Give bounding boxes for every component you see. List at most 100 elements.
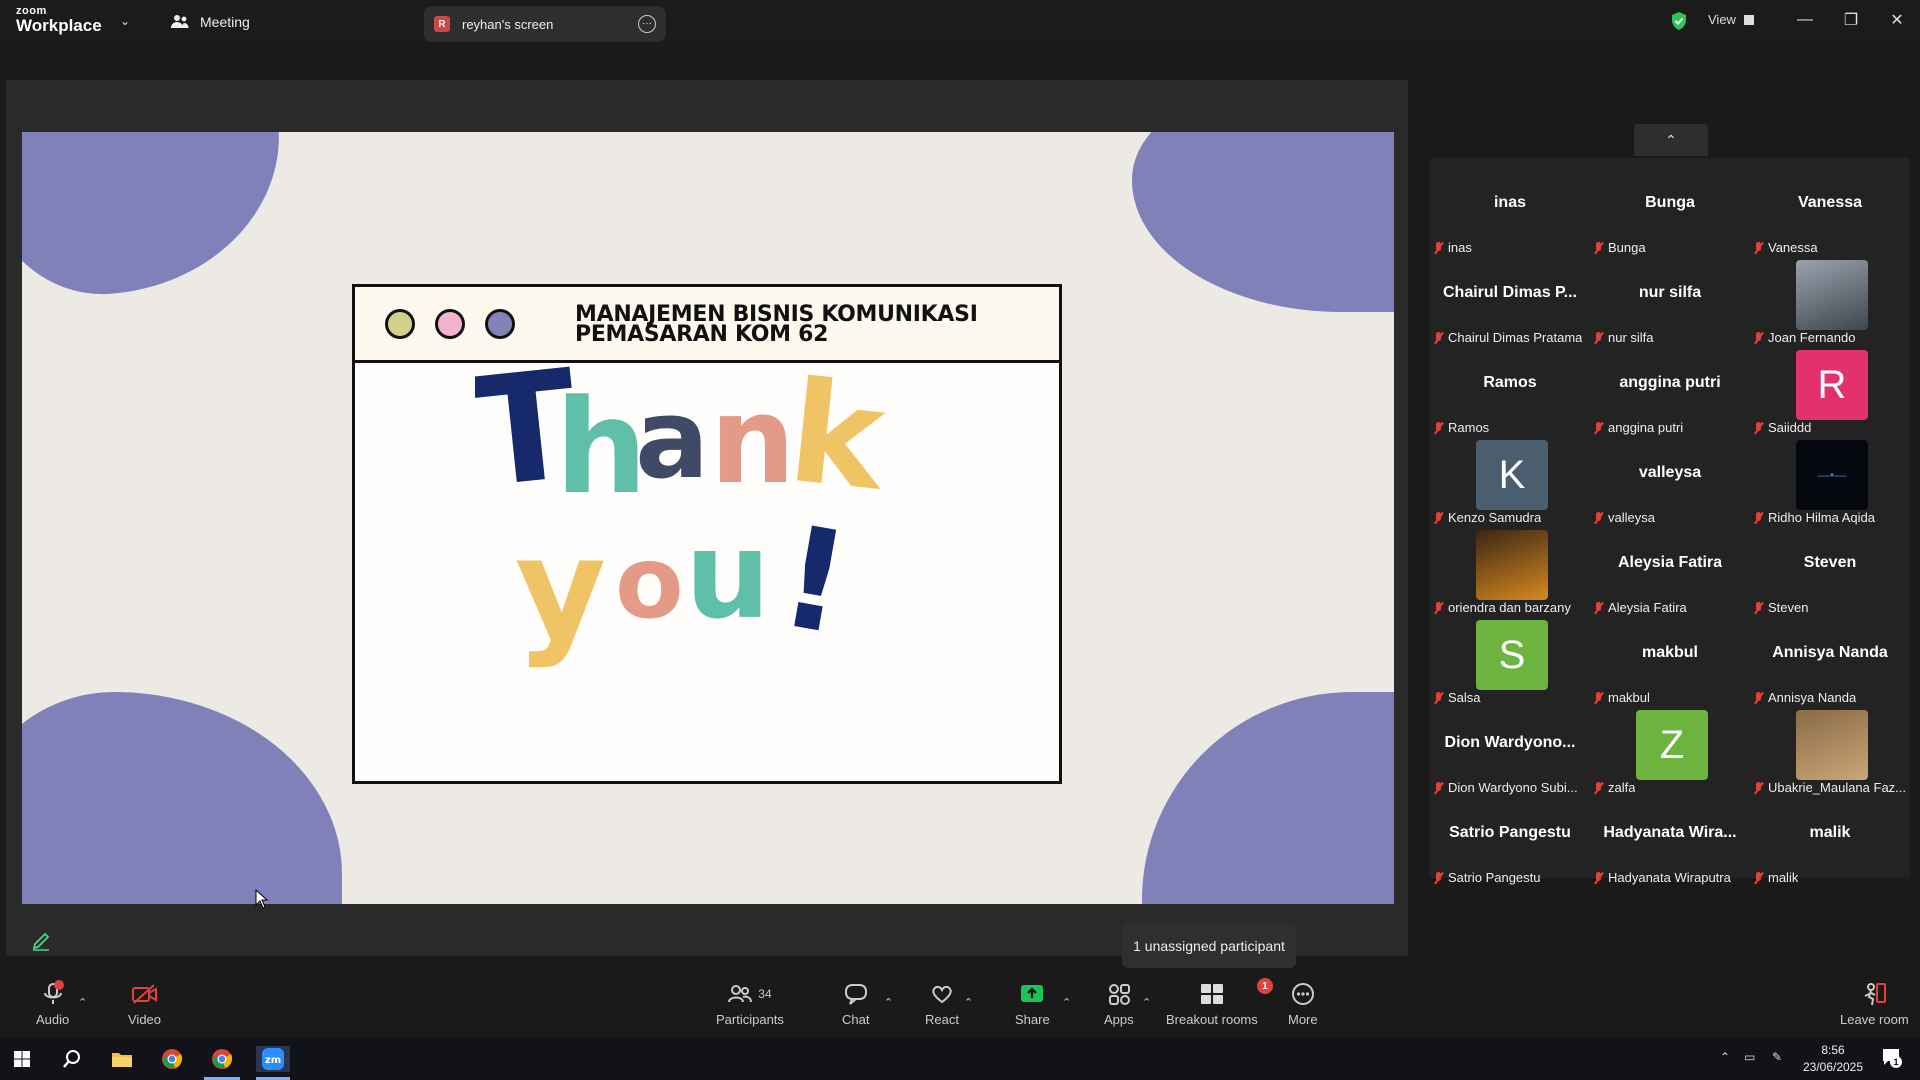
participant-name-label: Vanessa bbox=[1754, 240, 1818, 255]
chevron-up-icon: ⌃ bbox=[1665, 131, 1677, 148]
leave-room-button[interactable]: Leave room bbox=[1840, 982, 1909, 1027]
react-label: React bbox=[925, 1012, 959, 1027]
chevron-down-icon[interactable]: ⌄ bbox=[120, 14, 130, 28]
video-button[interactable]: Video bbox=[128, 982, 161, 1027]
network-icon[interactable]: ▭ bbox=[1744, 1050, 1755, 1064]
thank-you-lettering: T h a n k y o u ! bbox=[475, 338, 894, 671]
participant-tile[interactable]: —•— Ridho Hilma Aqida bbox=[1750, 440, 1910, 530]
participant-tile[interactable]: Steven Steven bbox=[1750, 530, 1910, 620]
svg-text:y: y bbox=[515, 508, 606, 671]
participant-tile[interactable]: nur silfa nur silfa bbox=[1590, 260, 1750, 350]
participant-name-label: Steven bbox=[1754, 600, 1808, 615]
participant-tile[interactable]: R Saiiddd bbox=[1750, 350, 1910, 440]
chat-options-caret[interactable]: ⌃ bbox=[884, 996, 893, 1009]
participant-tile[interactable]: S Salsa bbox=[1430, 620, 1590, 710]
file-explorer-icon[interactable] bbox=[108, 1046, 136, 1072]
mic-muted-icon bbox=[1434, 241, 1443, 254]
tray-chevron-up-icon[interactable]: ⌃ bbox=[1720, 1050, 1730, 1064]
share-options-caret[interactable]: ⌃ bbox=[1062, 996, 1071, 1009]
notification-center-icon[interactable]: 1 bbox=[1880, 1046, 1902, 1071]
participant-video bbox=[1476, 530, 1548, 600]
chrome-profile-icon[interactable] bbox=[208, 1046, 236, 1072]
shield-icon[interactable] bbox=[1670, 11, 1688, 31]
apps-label: Apps bbox=[1104, 1012, 1134, 1027]
participant-name: Vanessa bbox=[1768, 240, 1818, 255]
participants-label: Participants bbox=[716, 1012, 784, 1027]
apps-button[interactable]: Apps bbox=[1104, 982, 1134, 1027]
participant-tile[interactable]: Hadyanata Wira... Hadyanata Wiraputra bbox=[1590, 800, 1750, 890]
windows-start-icon[interactable] bbox=[8, 1046, 36, 1072]
participant-avatar-letter: R bbox=[1796, 350, 1868, 420]
participant-name: Ridho Hilma Aqida bbox=[1768, 510, 1875, 525]
participant-tile[interactable]: K Kenzo Samudra bbox=[1430, 440, 1590, 530]
mic-muted-icon bbox=[1754, 241, 1763, 254]
participant-tile[interactable]: Bunga Bunga bbox=[1590, 170, 1750, 260]
share-button[interactable]: Share bbox=[1015, 982, 1050, 1027]
participant-gallery: inas inas Bunga Bunga Vanessa Vanessa Chairul … bbox=[1430, 158, 1910, 885]
tab-shared-screen[interactable]: R reyhan's screen ··· bbox=[424, 6, 666, 42]
participant-name: Salsa bbox=[1448, 690, 1481, 705]
tab-meeting[interactable]: Meeting bbox=[170, 8, 250, 36]
participant-tile[interactable]: malik malik bbox=[1750, 800, 1910, 890]
participant-name: Hadyanata Wiraputra bbox=[1608, 870, 1731, 885]
more-button[interactable]: More bbox=[1288, 982, 1318, 1027]
mic-muted-icon bbox=[1754, 511, 1763, 524]
title-bar: zoom Workplace ⌄ Meeting R reyhan's scre… bbox=[0, 0, 1920, 44]
pen-tray-icon[interactable]: ✎ bbox=[1772, 1050, 1782, 1064]
gallery-collapse-button[interactable]: ⌃ bbox=[1634, 124, 1708, 156]
participant-video: —•— bbox=[1796, 440, 1868, 510]
svg-text:h: h bbox=[555, 371, 648, 523]
participant-tile[interactable]: Zzalfa bbox=[1590, 710, 1750, 800]
mic-muted-icon bbox=[1754, 421, 1763, 434]
video-off-icon bbox=[131, 982, 159, 1006]
audio-options-caret[interactable]: ⌃ bbox=[78, 996, 87, 1009]
participant-tile[interactable]: valleysa valleysa bbox=[1590, 440, 1750, 530]
view-button[interactable]: View bbox=[1708, 12, 1754, 27]
audio-button[interactable]: Audio bbox=[36, 980, 70, 1027]
leave-room-label: Leave room bbox=[1840, 1012, 1909, 1027]
participant-name: inas bbox=[1448, 240, 1472, 255]
participant-display-name: Annisya Nanda bbox=[1772, 644, 1888, 661]
participant-tile[interactable]: Annisya Nanda Annisya Nanda bbox=[1750, 620, 1910, 710]
participant-tile[interactable]: anggina putri anggina putri bbox=[1590, 350, 1750, 440]
chat-button[interactable]: Chat bbox=[842, 982, 869, 1027]
maximize-button[interactable]: ❐ bbox=[1836, 8, 1866, 32]
participant-tile[interactable]: makbul makbul bbox=[1590, 620, 1750, 710]
taskbar-clock[interactable]: 8:56 23/06/2025 bbox=[1800, 1042, 1866, 1076]
audio-label: Audio bbox=[36, 1012, 70, 1027]
mic-muted-icon bbox=[1434, 511, 1443, 524]
participant-display-name: malik bbox=[1809, 824, 1851, 841]
annotate-pen-icon[interactable] bbox=[30, 930, 52, 952]
participant-tile[interactable]: inas inas bbox=[1430, 170, 1590, 260]
participant-tile[interactable]: Chairul Dimas P... Chairul Dimas Pratama bbox=[1430, 260, 1590, 350]
meeting-toolbar: Audio ⌃ Video 34 Participants Chat ⌃ Rea… bbox=[0, 976, 1920, 1038]
participant-tile[interactable]: Ramos Ramos bbox=[1430, 350, 1590, 440]
svg-text:!: ! bbox=[769, 496, 860, 668]
participant-tile[interactable]: Satrio Pangestu Satrio Pangestu bbox=[1430, 800, 1590, 890]
zoom-taskbar-icon[interactable]: zm bbox=[256, 1046, 290, 1072]
mic-muted-icon bbox=[1754, 781, 1763, 794]
search-icon[interactable] bbox=[58, 1046, 86, 1072]
mic-muted-icon bbox=[1754, 601, 1763, 614]
more-options-icon[interactable]: ··· bbox=[638, 15, 656, 33]
participant-name-label: Satrio Pangestu bbox=[1434, 870, 1541, 885]
heart-icon bbox=[930, 982, 954, 1006]
participant-tile[interactable]: Vanessa Vanessa bbox=[1750, 170, 1910, 260]
participant-tile[interactable]: oriendra dan barzany bbox=[1430, 530, 1590, 620]
react-options-caret[interactable]: ⌃ bbox=[964, 996, 973, 1009]
participants-button[interactable]: 34 Participants bbox=[716, 982, 784, 1027]
chrome-icon[interactable] bbox=[158, 1046, 186, 1072]
react-button[interactable]: React bbox=[925, 982, 959, 1027]
participant-tile[interactable]: Dion Wardyono... Dion Wardyono Subi... bbox=[1430, 710, 1590, 800]
decor-blob-top-left bbox=[22, 132, 290, 303]
minimize-button[interactable]: — bbox=[1790, 8, 1820, 32]
participant-tile[interactable]: Aleysia Fatira Aleysia Fatira bbox=[1590, 530, 1750, 620]
participant-name: valleysa bbox=[1608, 510, 1655, 525]
participant-name: Saiiddd bbox=[1768, 420, 1812, 435]
participant-tile[interactable]: Ubakrie_Maulana Faz... bbox=[1750, 710, 1910, 800]
breakout-rooms-button[interactable]: 1 Breakout rooms bbox=[1166, 978, 1273, 1027]
apps-options-caret[interactable]: ⌃ bbox=[1142, 996, 1151, 1009]
close-button[interactable]: ✕ bbox=[1882, 8, 1912, 32]
participant-tile[interactable]: Joan Fernando bbox=[1750, 260, 1910, 350]
chat-icon bbox=[844, 982, 868, 1006]
